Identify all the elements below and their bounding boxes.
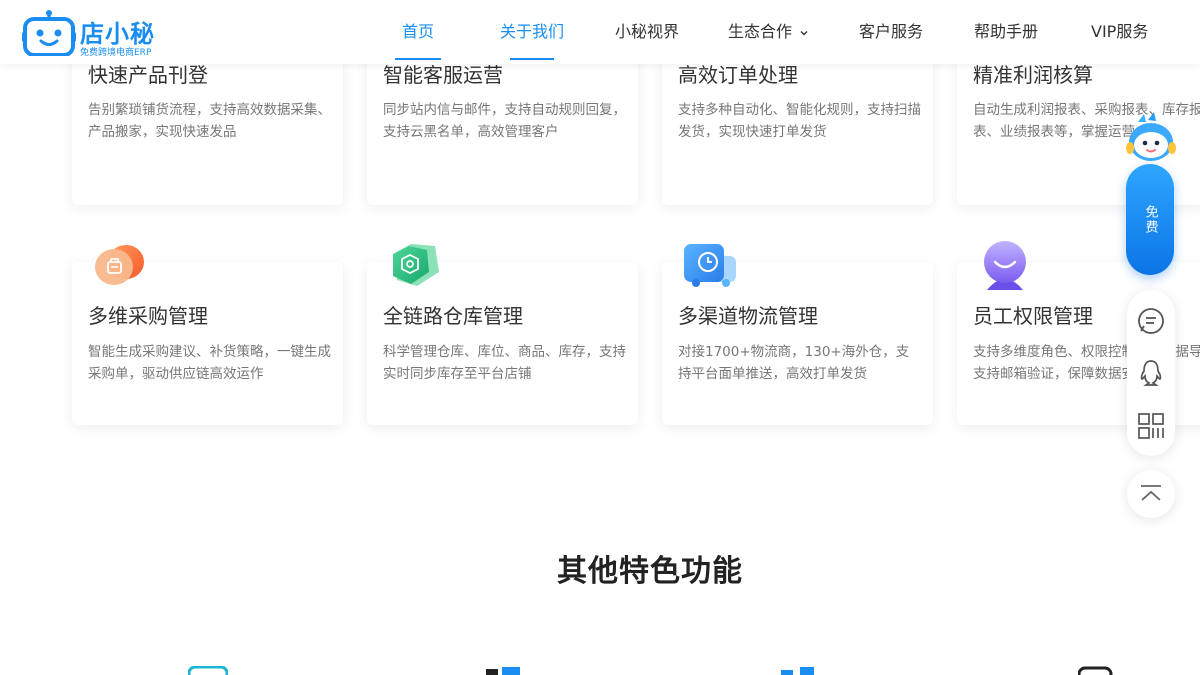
- nav-vip-label: VIP服务: [1091, 22, 1149, 41]
- feature-desc: 智能生成采购建议、补货策略，一键生成采购单，驱动供应链高效运作: [88, 344, 331, 382]
- chevron-down-icon: [800, 30, 808, 35]
- feature-card-customer-service[interactable]: 智能客服运营 同步站内信与邮件，支持自动规则回复，支持云黑名单，高效管理客户: [367, 42, 638, 205]
- floating-tool-panel: [1127, 290, 1175, 456]
- logo-subtitle: 免费跨境电商ERP: [80, 48, 152, 58]
- feature-card-listing[interactable]: 快速产品刊登 告别繁琐铺货流程，支持高效数据采集、产品搬家，实现快速发品: [72, 42, 343, 205]
- feature-title: 多渠道物流管理: [678, 304, 818, 328]
- back-to-top-icon: [1141, 485, 1161, 501]
- feature-title: 多维采购管理: [88, 304, 208, 328]
- nav-home[interactable]: 首页: [395, 0, 442, 64]
- staff-avatar-icon: [984, 241, 1026, 290]
- qrcode-icon[interactable]: [1136, 411, 1166, 441]
- free-trial-label: 免费: [1142, 204, 1158, 235]
- top-navbar: 店小秘 免费跨境电商ERP 首页 关于我们 小秘视界 生态合作 客户服务 帮助手…: [0, 0, 1200, 64]
- nav-vision[interactable]: 小秘视界: [615, 0, 679, 64]
- logo[interactable]: [22, 10, 76, 60]
- feature-desc: 同步站内信与邮件，支持自动规则回复，支持云黑名单，高效管理客户: [383, 102, 626, 140]
- feature-desc: 支持多种自动化、智能化规则，支持扫描发货，实现快速打单发货: [678, 102, 921, 140]
- back-to-top-button[interactable]: [1127, 470, 1175, 518]
- feature-icon-peek: [1078, 666, 1113, 675]
- feature-icon-peek: [486, 667, 520, 675]
- free-trial-button[interactable]: 免费: [1126, 164, 1174, 275]
- feature-title: 精准利润核算: [973, 63, 1093, 87]
- nav-ecosystem-label: 生态合作: [728, 22, 793, 41]
- nav-vision-label: 小秘视界: [615, 22, 680, 41]
- robot-mascot-icon[interactable]: [1124, 112, 1178, 168]
- feature-card-logistics[interactable]: 多渠道物流管理 对接1700+物流商，130+海外仓，支持平台面单推送，高效打单…: [662, 244, 933, 425]
- purchase-bag-icon: [95, 245, 144, 285]
- nav-help[interactable]: 帮助手册: [974, 0, 1038, 64]
- robot-logo-icon: [22, 10, 76, 57]
- feature-title: 快速产品刊登: [88, 63, 208, 87]
- feature-title: 高效订单处理: [678, 63, 798, 87]
- nav-about[interactable]: 关于我们: [500, 0, 564, 64]
- nav-home-label: 首页: [402, 22, 435, 41]
- nav-vip[interactable]: VIP服务: [1091, 0, 1148, 64]
- feature-desc: 科学管理仓库、库位、商品、库存，支持实时同步库存至平台店铺: [383, 344, 626, 382]
- qq-icon[interactable]: [1136, 358, 1166, 388]
- feature-icon-peek: [781, 667, 814, 675]
- nav-customer-service-label: 客户服务: [859, 22, 924, 41]
- nav-active-underline: [395, 58, 442, 60]
- feature-desc: 告别繁琐铺货流程，支持高效数据采集、产品搬家，实现快速发品: [88, 102, 331, 140]
- nav-hover-underline: [510, 58, 555, 60]
- section-title: 其他特色功能: [557, 554, 743, 589]
- feature-title: 员工权限管理: [973, 304, 1093, 328]
- feature-card-purchasing[interactable]: 多维采购管理 智能生成采购建议、补货策略，一键生成采购单，驱动供应链高效运作: [72, 245, 343, 425]
- warehouse-hexagon-icon: [393, 244, 439, 286]
- feature-card-orders[interactable]: 高效订单处理 支持多种自动化、智能化规则，支持扫描发货，实现快速打单发货: [662, 42, 933, 205]
- chat-icon[interactable]: [1136, 306, 1166, 336]
- feature-card-warehouse[interactable]: 全链路仓库管理 科学管理仓库、库位、商品、库存，支持实时同步库存至平台店铺: [367, 244, 638, 425]
- feature-title: 智能客服运营: [383, 63, 503, 87]
- feature-desc: 对接1700+物流商，130+海外仓，支持平台面单推送，高效打单发货: [678, 344, 910, 382]
- feature-icon-peek: [188, 666, 228, 675]
- nav-help-label: 帮助手册: [974, 22, 1039, 41]
- nav-ecosystem[interactable]: 生态合作: [728, 0, 809, 64]
- nav-about-label: 关于我们: [500, 22, 565, 41]
- nav-customer-service[interactable]: 客户服务: [859, 0, 923, 64]
- delivery-truck-icon: [684, 244, 736, 287]
- logo-name[interactable]: 店小秘: [80, 14, 155, 49]
- feature-title: 全链路仓库管理: [383, 304, 523, 328]
